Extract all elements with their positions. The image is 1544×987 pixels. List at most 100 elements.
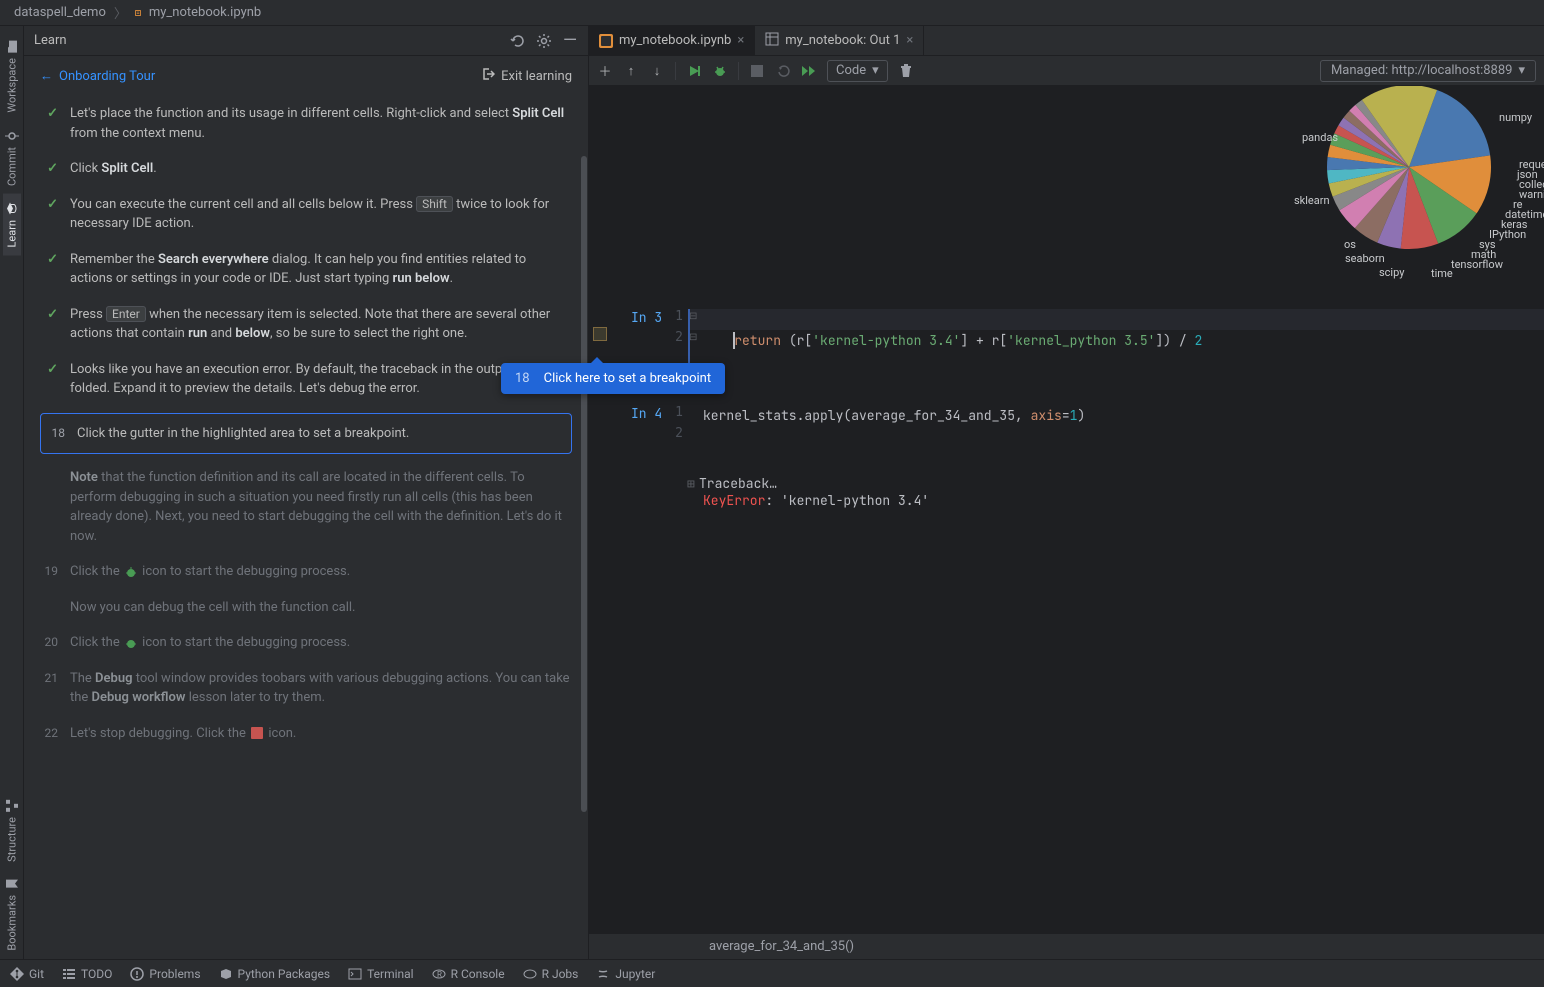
restart-icon[interactable] <box>775 63 791 79</box>
delete-cell-icon[interactable] <box>898 63 914 79</box>
pie-label-numpy: numpy <box>1499 111 1532 124</box>
check-icon <box>40 104 58 143</box>
pie-label-scipy: scipy <box>1379 266 1404 279</box>
notebook-status-bar: average_for_34_and_35() <box>589 933 1544 959</box>
pie-chart <box>1324 86 1494 252</box>
tab-output[interactable]: my_notebook: Out 1 × <box>755 26 924 55</box>
git-tool[interactable]: Git <box>10 967 44 981</box>
line-number: 1 <box>673 309 683 324</box>
fold-icon[interactable]: ⊟ <box>689 311 697 322</box>
python-packages-tool[interactable]: Python Packages <box>219 967 331 981</box>
breakpoint-hint-tooltip: 18 Click here to set a breakpoint <box>501 363 725 394</box>
expand-icon[interactable]: ⊞ <box>687 475 699 492</box>
line-number: 2 <box>673 426 683 441</box>
folder-icon <box>5 40 19 54</box>
back-to-tour-link[interactable]: ← Onboarding Tour <box>40 68 155 84</box>
bug-icon <box>123 635 139 651</box>
pie-label-sklearn: sklearn <box>1294 194 1330 207</box>
check-icon <box>40 195 58 234</box>
move-up-icon[interactable]: ↑ <box>623 63 639 79</box>
rail-commit[interactable]: Commit <box>3 121 21 194</box>
editor-tabs: my_notebook.ipynb × my_notebook: Out 1 × <box>589 26 1544 56</box>
r-console-tool[interactable]: RR Console <box>432 967 505 981</box>
close-icon[interactable]: × <box>906 33 913 48</box>
kernel-selector[interactable]: Managed: http://localhost:8889 ▾ <box>1320 60 1536 82</box>
tooltip-text: Click here to set a breakpoint <box>544 371 711 386</box>
check-icon <box>40 360 58 399</box>
pie-chart-output: numpy pandas sklearn os seaborn scipy ti… <box>589 86 1544 301</box>
current-step: 18 Click the gutter in the highlighted a… <box>40 413 572 455</box>
pie-label-requests: requests <box>1519 158 1544 171</box>
learn-panel-header: Learn — <box>24 26 588 56</box>
learn-icon <box>5 202 19 216</box>
svg-text:R: R <box>437 970 442 979</box>
kbd-enter: Enter <box>106 306 146 322</box>
check-icon <box>40 159 58 179</box>
rail-workspace[interactable]: Workspace <box>3 32 21 121</box>
step-number: 18 <box>47 424 65 444</box>
breadcrumb-project[interactable]: dataspell_demo <box>10 5 110 20</box>
breakpoint-gutter[interactable] <box>593 327 607 341</box>
structure-icon <box>5 799 19 813</box>
commit-icon <box>5 129 19 143</box>
line-number: 2 <box>673 330 683 345</box>
cell-in-label: In 4 <box>631 405 662 422</box>
refresh-icon[interactable] <box>510 33 526 49</box>
bookmark-icon <box>5 877 19 891</box>
pie-label-datetime: datetime <box>1505 208 1544 221</box>
rail-bookmarks[interactable]: Bookmarks <box>3 869 21 959</box>
notebook-file-icon <box>131 6 145 20</box>
breadcrumb-file[interactable]: my_notebook.ipynb <box>145 5 265 20</box>
cell-in-label: In 3 <box>631 309 662 326</box>
line-number: 1 <box>673 405 683 420</box>
minimize-icon[interactable]: — <box>562 33 578 49</box>
learn-panel-title: Learn <box>34 33 67 48</box>
pie-label-os: os <box>1344 238 1356 251</box>
editor-area: my_notebook.ipynb × my_notebook: Out 1 ×… <box>589 26 1544 959</box>
chevron-down-icon: ▾ <box>1518 63 1525 78</box>
check-icon <box>40 250 58 289</box>
cell-type-selector[interactable]: Code ▾ <box>827 60 888 82</box>
pie-label-pandas: pandas <box>1302 131 1338 144</box>
close-icon[interactable]: × <box>737 33 744 48</box>
code-cell-in3[interactable]: In 3 1 ⊟ 2 ⊟ def average_for_34_and_35(r… <box>589 309 1544 379</box>
scrollbar-thumb[interactable] <box>581 156 587 812</box>
todo-tool[interactable]: TODO <box>62 967 112 981</box>
learn-steps-list: Let's place the function and its usage i… <box>24 96 588 959</box>
pie-label-seaborn: seaborn <box>1345 252 1385 265</box>
gear-icon[interactable] <box>536 33 552 49</box>
code-content[interactable]: kernel_stats.apply(average_for_34_and_35… <box>703 405 1544 426</box>
r-jobs-tool[interactable]: R Jobs <box>523 967 579 981</box>
arrow-left-icon: ← <box>40 68 53 84</box>
terminal-tool[interactable]: Terminal <box>348 967 414 981</box>
code-cell-in4[interactable]: In 4 1 2 kernel_stats.apply(average_for_… <box>589 405 1544 455</box>
notebook-file-icon <box>599 34 613 48</box>
notebook-toolbar: ＋ ↑ ↓ Code ▾ Managed: http://localhost:8… <box>589 56 1544 86</box>
notebook-body[interactable]: numpy pandas sklearn os seaborn scipy ti… <box>589 86 1544 933</box>
check-icon <box>40 305 58 344</box>
run-cell-icon[interactable] <box>686 63 702 79</box>
kbd-shift: Shift <box>416 196 453 212</box>
jupyter-tool[interactable]: Jupyter <box>596 967 655 981</box>
problems-tool[interactable]: Problems <box>130 967 200 981</box>
learn-panel: Learn — ← Onboarding Tour Exit learning … <box>24 26 589 959</box>
stop-icon <box>249 725 265 741</box>
traceback-output[interactable]: ⊞Traceback… KeyError: 'kernel-python 3.4… <box>703 475 1544 509</box>
current-function: average_for_34_and_35() <box>709 939 854 954</box>
rail-learn[interactable]: Learn <box>3 194 21 256</box>
fold-end-icon[interactable]: ⊟ <box>689 332 697 343</box>
table-icon <box>765 32 779 50</box>
tab-notebook[interactable]: my_notebook.ipynb × <box>589 26 755 55</box>
exit-icon <box>481 67 495 85</box>
run-all-icon[interactable] <box>801 63 817 79</box>
stop-icon[interactable] <box>749 63 765 79</box>
move-down-icon[interactable]: ↓ <box>649 63 665 79</box>
tool-window-rail: Workspace Commit Learn Structure Bookmar… <box>0 26 24 959</box>
learn-subheader: ← Onboarding Tour Exit learning <box>24 56 588 96</box>
rail-structure[interactable]: Structure <box>3 791 21 870</box>
bottom-tool-bar: Git TODO Problems Python Packages Termin… <box>0 959 1544 987</box>
debug-cell-icon[interactable] <box>712 63 728 79</box>
exit-learning-button[interactable]: Exit learning <box>481 67 572 85</box>
add-cell-icon[interactable]: ＋ <box>597 63 613 79</box>
breadcrumb: dataspell_demo 〉 my_notebook.ipynb <box>0 0 1544 26</box>
